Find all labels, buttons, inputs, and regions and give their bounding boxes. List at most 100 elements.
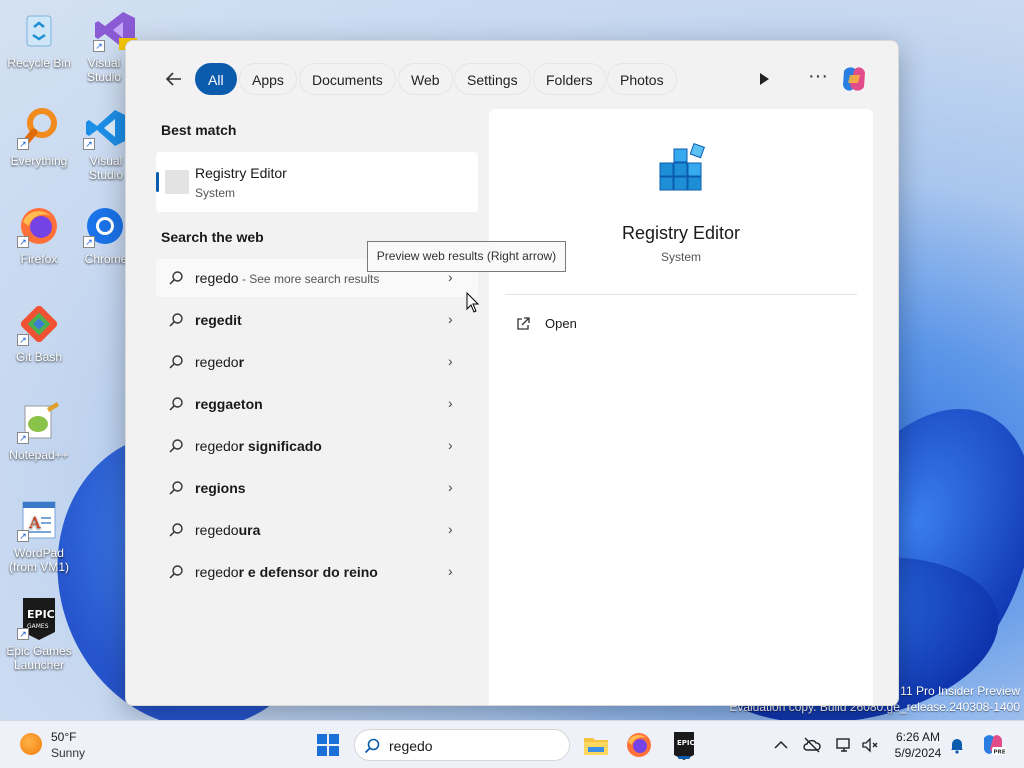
firefox-icon: ↗	[17, 204, 61, 248]
svg-text:EPIC: EPIC	[27, 608, 55, 621]
chevron-right-icon[interactable]: ›	[448, 311, 460, 327]
search-icon	[169, 565, 183, 579]
filter-tab-settings[interactable]: Settings	[454, 63, 531, 95]
web-result-text: regedo	[195, 438, 239, 454]
svg-text:PRE: PRE	[994, 750, 1006, 756]
onedrive-tray-button[interactable]	[802, 735, 822, 755]
web-result-row[interactable]: reggaeton ›	[156, 385, 478, 423]
svg-text:GAMES: GAMES	[27, 623, 49, 630]
desktop-icon-epic-games[interactable]: EPIC GAMES ↗ Epic Games Launcher	[0, 596, 78, 672]
filter-tab-documents[interactable]: Documents	[299, 63, 396, 95]
cloud-off-icon	[803, 737, 821, 753]
desktop-icon-git-bash[interactable]: ↗ Git Bash	[0, 302, 78, 364]
taskbar-clock[interactable]: 6:26 AM 5/9/2024	[890, 729, 946, 761]
notifications-button[interactable]	[947, 735, 967, 755]
copilot-button[interactable]	[838, 63, 870, 95]
shortcut-arrow-icon: ↗	[93, 40, 105, 52]
copilot-icon	[843, 67, 865, 91]
search-icon	[169, 271, 183, 285]
windows-logo-icon	[317, 734, 339, 756]
bell-icon	[951, 739, 963, 754]
registry-editor-small-icon	[165, 170, 189, 194]
more-options-button[interactable]: ···	[806, 65, 830, 93]
web-result-row[interactable]: regedor ›	[156, 343, 478, 381]
web-result-text: regedo	[195, 522, 239, 538]
registry-editor-icon	[659, 142, 705, 191]
start-search-panel: All Apps Documents Web Settings Folders …	[125, 40, 899, 706]
network-icon	[836, 738, 850, 752]
taskbar-file-explorer[interactable]	[580, 729, 612, 761]
chevron-right-icon[interactable]: ›	[448, 437, 460, 453]
best-match-heading: Best match	[161, 122, 237, 138]
show-hidden-icons-button[interactable]	[771, 735, 791, 755]
chevron-right-icon[interactable]: ›	[448, 353, 460, 369]
clock-date: 5/9/2024	[894, 746, 942, 760]
web-result-text-bold: r e defensor do reino	[238, 564, 378, 580]
network-tray-button[interactable]	[834, 735, 854, 755]
search-icon	[364, 738, 380, 754]
chevron-right-icon[interactable]: ›	[448, 563, 460, 579]
clock-time: 6:26 AM	[895, 730, 941, 744]
chevron-up-icon	[774, 740, 788, 749]
web-result-subtext: - See more search results	[238, 272, 380, 286]
recycle-bin-icon	[17, 8, 61, 52]
desktop-icon-everything[interactable]: ↗ Everything	[0, 106, 78, 168]
notepadpp-icon: ↗	[17, 400, 61, 444]
mouse-cursor-icon	[466, 292, 480, 313]
best-match-result[interactable]: Registry Editor System	[156, 152, 478, 212]
volume-tray-button[interactable]	[860, 735, 880, 755]
desktop-icon-label: Git Bash	[15, 350, 63, 364]
desktop-icon-wordpad[interactable]: A ↗ WordPad (from VM1)	[0, 498, 78, 574]
back-button[interactable]	[162, 67, 186, 91]
filter-tab-web[interactable]: Web	[398, 63, 453, 95]
everything-search-icon: ↗	[17, 106, 61, 150]
filter-tab-apps[interactable]: Apps	[239, 63, 297, 95]
chevron-right-icon[interactable]: ›	[448, 395, 460, 411]
start-button[interactable]	[312, 729, 344, 761]
web-result-row[interactable]: regedit ›	[156, 301, 478, 339]
taskbar-search-box[interactable]	[354, 729, 570, 761]
shortcut-arrow-icon: ↗	[17, 628, 29, 640]
filter-tab-folders[interactable]: Folders	[533, 63, 606, 95]
web-result-text-bold: reggaeton	[195, 396, 263, 412]
desktop-icon-notepadpp[interactable]: ↗ Notepad++	[0, 400, 78, 462]
desktop-icon-firefox[interactable]: ↗ Firefox	[0, 204, 78, 266]
desktop-icon-label: Notepad++	[9, 448, 69, 462]
web-result-text: regedo	[195, 354, 239, 370]
desktop-icon-recycle-bin[interactable]: Recycle Bin	[0, 8, 78, 70]
web-result-row[interactable]: regedor significado ›	[156, 427, 478, 465]
chevron-right-icon[interactable]: ›	[448, 479, 460, 495]
open-action-label: Open	[545, 316, 577, 331]
web-result-row[interactable]: regions ›	[156, 469, 478, 507]
taskbar-epic-games[interactable]: EPIC	[668, 729, 700, 761]
open-action-button[interactable]: Open	[509, 309, 709, 339]
preview-web-results-tooltip: Preview web results (Right arrow)	[367, 241, 566, 272]
web-result-text: regedo	[195, 564, 239, 580]
taskbar-firefox[interactable]	[623, 729, 655, 761]
web-result-text-bold: regions	[195, 480, 246, 496]
firefox-icon	[627, 733, 651, 757]
chevron-right-icon[interactable]: ›	[448, 521, 460, 537]
desktop-icon-label: Visual Studio 2022 Preview	[86, 56, 122, 84]
web-result-text-bold: r	[238, 354, 245, 370]
web-result-text-bold: r significado	[238, 438, 322, 454]
git-bash-icon: ↗	[17, 302, 61, 346]
taskbar-search-input[interactable]	[389, 736, 559, 756]
shortcut-arrow-icon: ↗	[17, 530, 29, 542]
search-icon	[169, 439, 183, 453]
copilot-taskbar-button[interactable]: PRE	[980, 732, 1006, 758]
desktop-icon-label: WordPad (from VM1)	[9, 546, 69, 574]
desktop-icon-label: Chrome	[84, 252, 128, 266]
filter-tab-photos[interactable]: Photos	[607, 63, 677, 95]
filter-tab-all[interactable]: All	[195, 63, 237, 95]
more-filters-play-button[interactable]	[754, 69, 774, 89]
shortcut-arrow-icon: ↗	[83, 236, 95, 248]
open-external-icon	[517, 317, 530, 330]
web-result-row[interactable]: regedoura ›	[156, 511, 478, 549]
web-result-text: regedo	[195, 270, 239, 286]
desktop-icon-label: Firefox	[20, 252, 58, 266]
sun-icon	[20, 733, 42, 755]
search-icon	[169, 481, 183, 495]
shortcut-arrow-icon: ↗	[17, 138, 29, 150]
web-result-row[interactable]: regedor e defensor do reino ›	[156, 553, 478, 591]
